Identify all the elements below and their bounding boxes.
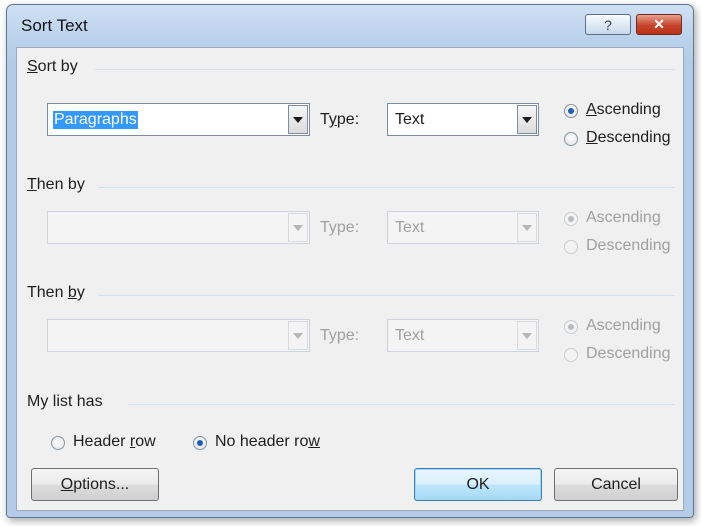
sort-by-field-value: Paragraphs: [53, 111, 138, 129]
then-by-1-ascending-label[interactable]: Ascending: [586, 209, 661, 227]
sort-by-type-select[interactable]: Text: [387, 103, 539, 136]
ok-button[interactable]: OK: [414, 468, 542, 501]
then-by-1-type-label: Type:: [320, 219, 360, 236]
then-by-1-field-select[interactable]: [47, 211, 310, 244]
sort-by-ascending-radio[interactable]: [564, 104, 578, 118]
sort-by-descending-label[interactable]: Descending: [586, 129, 671, 147]
no-header-row-label[interactable]: No header row: [215, 433, 320, 451]
my-list-has-label: My list has: [27, 393, 103, 410]
dropdown-arrow-icon[interactable]: [517, 213, 537, 242]
then-by-2-type-select[interactable]: Text: [387, 319, 539, 352]
then-by-1-descending-radio[interactable]: [564, 240, 578, 254]
then-by-2-ascending-radio[interactable]: [564, 320, 578, 334]
then-by-1-divider: [99, 187, 675, 188]
then-by-2-label: Then by: [27, 284, 85, 301]
header-row-label[interactable]: Header row: [73, 433, 156, 451]
sort-by-type-label: Type:: [320, 111, 360, 128]
dropdown-arrow-icon[interactable]: [288, 213, 308, 242]
sort-by-divider: [95, 69, 675, 70]
then-by-2-field-select[interactable]: [47, 319, 310, 352]
then-by-2-descending-radio[interactable]: [564, 348, 578, 362]
then-by-1-type-value: Text: [395, 219, 425, 236]
sort-by-descending-radio[interactable]: [564, 132, 578, 146]
then-by-2-type-value: Text: [395, 327, 425, 344]
help-icon: ?: [604, 16, 612, 33]
sort-text-dialog: Sort Text ? ✕ Sort by Paragraphs Type: T…: [6, 4, 694, 518]
sort-by-field-select[interactable]: Paragraphs: [47, 103, 310, 136]
sort-by-ascending-label[interactable]: Ascending: [586, 101, 661, 119]
dropdown-arrow-icon[interactable]: [517, 105, 537, 134]
options-button-label: Options...: [60, 475, 130, 493]
cancel-button[interactable]: Cancel: [554, 468, 678, 501]
dropdown-arrow-icon[interactable]: [288, 321, 308, 350]
no-header-row-radio[interactable]: [193, 436, 207, 450]
then-by-2-type-label: Type:: [320, 327, 360, 344]
then-by-2-descending-label[interactable]: Descending: [586, 345, 671, 363]
then-by-1-ascending-radio[interactable]: [564, 212, 578, 226]
title-bar[interactable]: Sort Text ? ✕: [7, 5, 693, 47]
help-button[interactable]: ?: [585, 14, 631, 35]
dropdown-arrow-icon[interactable]: [288, 105, 308, 134]
then-by-2-ascending-label[interactable]: Ascending: [586, 317, 661, 335]
close-button[interactable]: ✕: [636, 14, 682, 35]
my-list-has-divider: [128, 404, 675, 405]
dialog-title: Sort Text: [21, 16, 88, 35]
dialog-body: Sort by Paragraphs Type: Text Ascending …: [16, 47, 684, 511]
cancel-button-label: Cancel: [591, 475, 641, 493]
ok-button-label: OK: [466, 475, 490, 493]
then-by-1-descending-label[interactable]: Descending: [586, 237, 671, 255]
sort-by-type-value: Text: [395, 111, 425, 128]
sort-by-label: Sort by: [27, 58, 78, 75]
options-button[interactable]: Options...: [31, 468, 159, 501]
then-by-1-label: Then by: [27, 176, 85, 193]
close-icon: ✕: [653, 16, 665, 32]
dropdown-arrow-icon[interactable]: [517, 321, 537, 350]
then-by-2-divider: [99, 295, 675, 296]
then-by-1-type-select[interactable]: Text: [387, 211, 539, 244]
header-row-radio[interactable]: [51, 436, 65, 450]
